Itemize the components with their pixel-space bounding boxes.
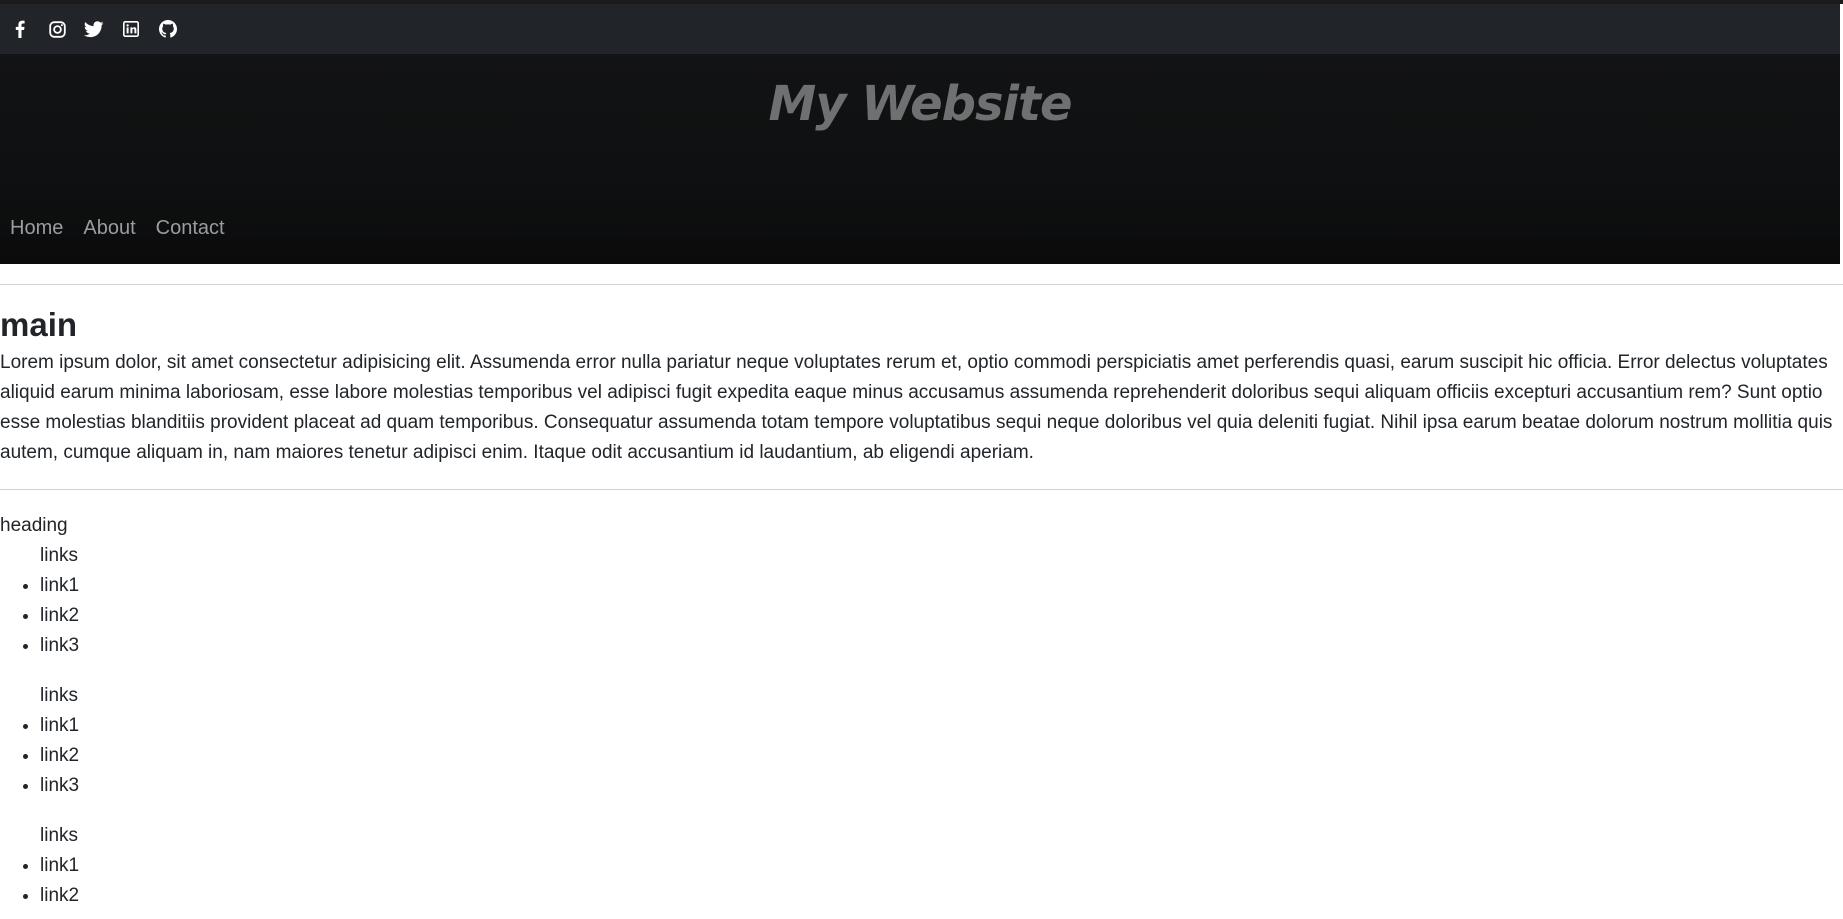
- facebook-icon[interactable]: [9, 18, 31, 40]
- main-paragraph: Lorem ipsum dolor, sit amet consectetur …: [0, 352, 1833, 464]
- nav-link-home[interactable]: Home: [10, 217, 63, 240]
- divider: [0, 284, 1843, 285]
- link-group: links link1 link2: [0, 821, 1843, 911]
- site-title: My Website: [768, 76, 1072, 132]
- link-group-title: links: [40, 825, 79, 847]
- linkedin-icon[interactable]: [120, 18, 142, 40]
- link-list: link1 link2: [0, 851, 1843, 911]
- nav-link-about[interactable]: About: [83, 217, 135, 240]
- link-list: link1 link2 link3: [0, 571, 1843, 661]
- link-list: link1 link2 link3: [0, 711, 1843, 801]
- header-banner: My Website Home About Contact: [0, 54, 1840, 264]
- link-group: links link1 link2 link3: [0, 681, 1843, 801]
- footer-link[interactable]: link2: [40, 601, 1843, 631]
- divider: [0, 489, 1843, 491]
- footer-link[interactable]: link1: [40, 851, 1843, 881]
- instagram-icon[interactable]: [46, 18, 68, 40]
- link-group-title: links: [40, 545, 79, 567]
- twitter-icon[interactable]: [83, 18, 105, 40]
- main-heading: main: [0, 306, 78, 343]
- footer: heading links link1 link2 link3 links li…: [0, 511, 1843, 911]
- github-icon[interactable]: [157, 18, 179, 40]
- footer-link[interactable]: link3: [40, 631, 1843, 661]
- footer-heading: heading: [0, 515, 68, 537]
- footer-link[interactable]: link1: [40, 571, 1843, 601]
- link-group-title: links: [40, 685, 79, 707]
- footer-link[interactable]: link3: [40, 771, 1843, 801]
- footer-link[interactable]: link2: [40, 881, 1843, 911]
- nav-link-contact[interactable]: Contact: [156, 217, 225, 240]
- footer-link[interactable]: link2: [40, 741, 1843, 771]
- footer-link[interactable]: link1: [40, 711, 1843, 741]
- main-section: main Lorem ipsum dolor, sit amet consect…: [0, 306, 1843, 468]
- social-bar: [0, 4, 1840, 54]
- main-nav: Home About Contact: [10, 217, 245, 240]
- link-group: links link1 link2 link3: [0, 541, 1843, 661]
